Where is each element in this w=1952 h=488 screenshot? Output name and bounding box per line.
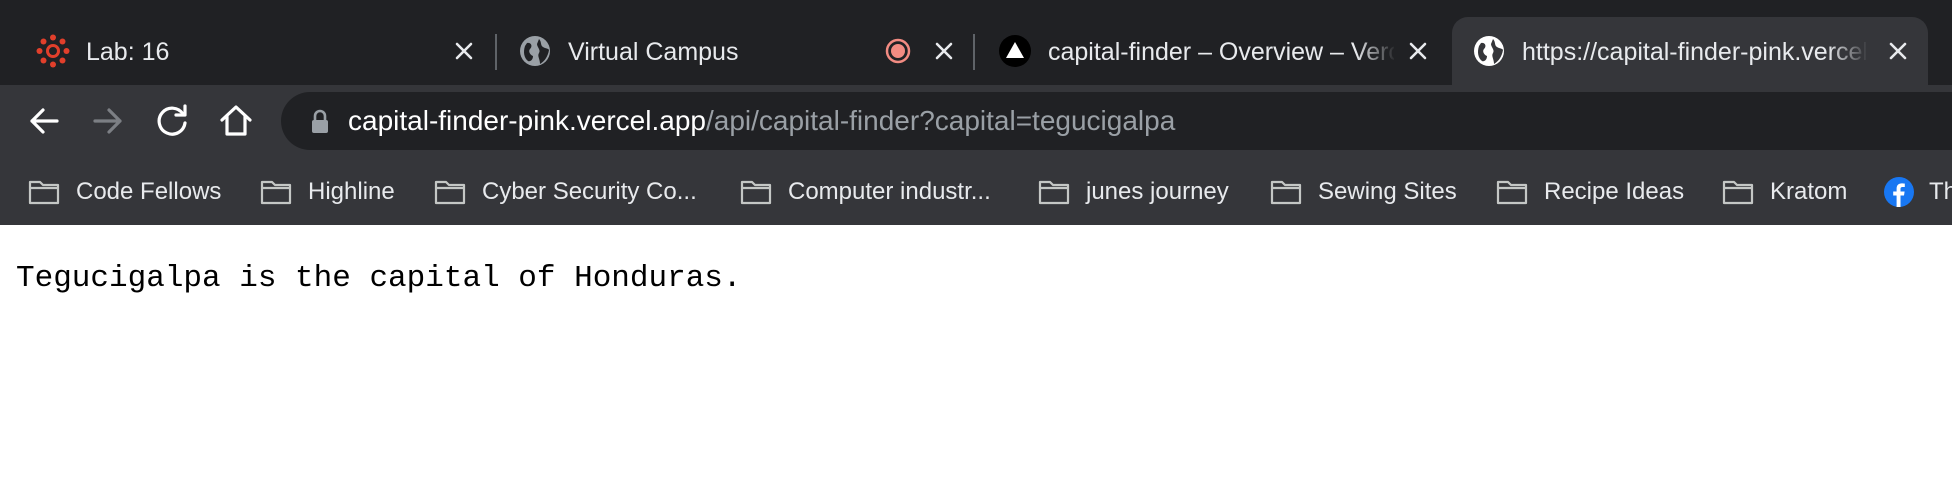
close-tab-icon[interactable]	[1886, 39, 1910, 63]
recording-icon	[885, 38, 911, 64]
bookmark-computer-industry[interactable]: Computer industr...	[740, 174, 991, 210]
bookmarks-bar: Code Fellows Highline Cyber Security Co.…	[0, 157, 1952, 225]
close-tab-icon[interactable]	[932, 39, 956, 63]
bookmark-label: Kratom	[1770, 178, 1848, 205]
bookmark-recipe-ideas[interactable]: Recipe Ideas	[1496, 174, 1684, 210]
tab-strip: Lab: 16 Virtual Campus capital-finder – …	[0, 0, 1952, 85]
close-tab-icon[interactable]	[452, 39, 476, 63]
address-bar[interactable]: capital-finder-pink.vercel.app/api/capit…	[281, 92, 1952, 150]
folder-icon	[260, 180, 292, 205]
globe-icon	[1474, 36, 1504, 66]
tab-lab-16[interactable]: Lab: 16	[14, 17, 494, 85]
close-tab-icon[interactable]	[1406, 39, 1430, 63]
folder-icon	[1038, 180, 1070, 205]
url-path: /api/capital-finder?capital=tegucigalpa	[705, 105, 1176, 136]
tab-title: Virtual Campus	[568, 38, 739, 66]
folder-icon	[1722, 180, 1754, 205]
tab-title-fade	[1828, 37, 1868, 67]
folder-icon	[28, 180, 60, 205]
folder-icon	[1496, 180, 1528, 205]
url-host: capital-finder-pink.vercel.app	[348, 105, 706, 136]
url-text[interactable]: capital-finder-pink.vercel.app/api/capit…	[348, 105, 1175, 137]
vercel-logo-icon	[999, 35, 1031, 67]
bookmark-junes-journey[interactable]: junes journey	[1038, 174, 1229, 210]
forward-arrow-icon[interactable]	[88, 101, 128, 141]
bookmark-label: Computer industr...	[788, 178, 991, 205]
bookmark-code-fellows[interactable]: Code Fellows	[28, 174, 221, 210]
globe-icon	[520, 36, 550, 66]
back-arrow-icon[interactable]	[24, 101, 64, 141]
tab-title: Lab: 16	[86, 38, 170, 66]
lock-icon[interactable]	[309, 109, 331, 135]
tab-vercel-overview[interactable]: capital-finder – Overview – Vercel	[976, 17, 1450, 85]
home-icon[interactable]	[216, 101, 256, 141]
api-response-text: Tegucigalpa is the capital of Honduras.	[16, 261, 742, 296]
tab-title: capital-finder – Overview – Vercel	[1048, 38, 1394, 66]
bookmark-label: Recipe Ideas	[1544, 178, 1685, 205]
tab-title: https://capital-finder-pink.vercel.app	[1522, 38, 1866, 66]
tab-capital-finder-active[interactable]: https://capital-finder-pink.vercel.app	[1452, 17, 1928, 85]
facebook-icon	[1884, 177, 1914, 207]
reload-icon[interactable]	[152, 101, 192, 141]
bookmark-facebook[interactable]: Th	[1883, 174, 1952, 210]
bookmark-kratom[interactable]: Kratom	[1722, 174, 1847, 210]
bookmark-cyber-security[interactable]: Cyber Security Co...	[434, 174, 697, 210]
bookmark-label: Code Fellows	[76, 178, 222, 205]
tab-title-fade	[1356, 37, 1396, 67]
tab-virtual-campus[interactable]: Virtual Campus	[496, 17, 974, 85]
folder-icon	[434, 180, 466, 205]
folder-icon	[1270, 180, 1302, 205]
browser-chrome: Lab: 16 Virtual Campus capital-finder – …	[0, 0, 1952, 225]
bookmark-label: junes journey	[1086, 178, 1229, 205]
page-content: Tegucigalpa is the capital of Honduras.	[0, 225, 1952, 488]
tab-separator	[973, 34, 975, 70]
canvas-logo-icon	[36, 34, 70, 68]
folder-icon	[740, 180, 772, 205]
navigation-toolbar: capital-finder-pink.vercel.app/api/capit…	[0, 85, 1952, 157]
bookmark-label: Cyber Security Co...	[482, 178, 697, 205]
bookmark-highline[interactable]: Highline	[260, 174, 395, 210]
bookmark-label: Th	[1929, 178, 1952, 205]
bookmark-sewing-sites[interactable]: Sewing Sites	[1270, 174, 1457, 210]
bookmark-label: Highline	[308, 178, 395, 205]
bookmark-label: Sewing Sites	[1318, 178, 1457, 205]
